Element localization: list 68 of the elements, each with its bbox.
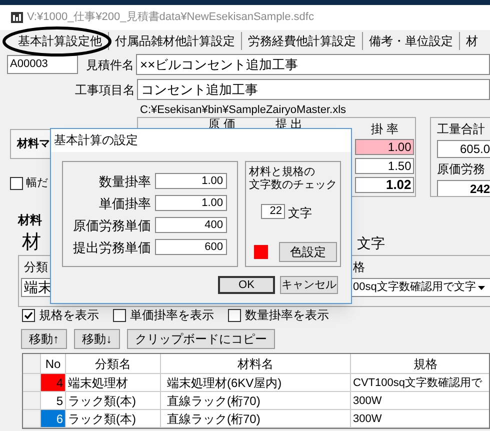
table-cell-text: 300W — [352, 412, 383, 427]
totals-label: 工量合計 — [437, 121, 486, 138]
field-label: 工事項目名 — [74, 82, 136, 98]
toolbar-button[interactable]: クリップボードにコピー — [127, 329, 275, 349]
menu-item[interactable]: 材 — [459, 32, 484, 50]
total-field: 242 — [437, 180, 490, 196]
field-label: 見積件名 — [85, 56, 135, 74]
field-label: 数量掛率 — [99, 174, 151, 188]
field-label: 原価労務単価 — [73, 218, 151, 232]
number-field[interactable]: 400 — [155, 217, 227, 233]
column-header: No — [41, 354, 66, 373]
group-label: 格 — [353, 259, 365, 276]
table-cell: 端末処理材(6KV屋内) — [161, 374, 351, 391]
column-header: 材料名 — [161, 354, 351, 373]
table-cell: ラック類(本) — [66, 410, 161, 427]
group-label: 材料と規格の 文字数のチェック — [249, 166, 337, 192]
app-icon — [11, 12, 23, 23]
total-field: 605.0 — [437, 140, 490, 158]
window-title: V:¥1000_仕事¥200_見積書data¥NewEsekisanSample.sdfc — [27, 10, 314, 26]
checkbox[interactable] — [22, 308, 35, 322]
toolbar-button[interactable]: 移動↑ — [21, 329, 67, 349]
code-field[interactable]: A00003 — [7, 55, 78, 74]
item-name-field[interactable]: コンセント追加工事 — [137, 79, 490, 100]
menu-item[interactable]: 備考・単位設定 — [362, 32, 459, 50]
table-cell-text: CVT100sq文字数確認用で — [352, 376, 484, 391]
suffix-text: 文字 — [357, 234, 385, 253]
cancel-button[interactable]: キャンセル — [280, 276, 338, 294]
menu-item[interactable]: 労務経費他計算設定 — [241, 32, 362, 50]
table-cell: 端末処理材 — [66, 374, 161, 391]
checkbox[interactable] — [228, 308, 241, 322]
file-path: C:¥Esekisan¥bin¥SampleZairyoMaster.xls — [139, 103, 348, 117]
checkbox-label: 規格を表示 — [39, 307, 99, 324]
table-cell: ラック類(本) — [66, 392, 161, 409]
rate-cell: 1.00 — [355, 139, 414, 155]
color-button[interactable]: 色設定 — [279, 242, 337, 262]
group-label: 分類 — [24, 259, 48, 276]
field-label: 単価掛率 — [99, 196, 151, 210]
table-cell-text: 300W — [352, 394, 383, 409]
column-header: 分類名 — [66, 354, 161, 373]
checkbox-label: 幅だ — [26, 176, 48, 191]
section-label: 材料 — [18, 212, 42, 229]
table-cell: 直線ラック(桁70) — [161, 392, 351, 409]
checkbox[interactable] — [113, 308, 126, 322]
dialog-title: 基本計算の設定 — [51, 129, 351, 152]
column-header: 規格 — [351, 354, 490, 373]
checkbox[interactable] — [10, 176, 23, 190]
checkbox-label: 単価掛率を表示 — [130, 307, 214, 324]
number-cell: 4 — [41, 374, 66, 391]
menu-item[interactable]: 付属品雑材他計算設定 — [108, 32, 241, 50]
dropdown-arrow-icon — [478, 286, 485, 290]
number-cell: 6 — [41, 410, 66, 427]
table-cell: 直線ラック(桁70) — [161, 410, 351, 427]
estimate-name-field[interactable]: ××ビルコンセント追加工事 — [136, 54, 490, 75]
ok-button[interactable]: OK — [218, 276, 275, 294]
field-label: 提出労務単価 — [73, 240, 151, 254]
section-heading: 材 — [22, 231, 41, 255]
number-field[interactable]: 1.00 — [155, 173, 227, 189]
checkbox-label: 数量掛率を表示 — [245, 307, 329, 324]
spec-dropdown[interactable]: 00sq文字数確認用で文字 — [351, 278, 490, 297]
char-count-field[interactable]: 22 — [261, 204, 285, 219]
number-field[interactable]: 1.00 — [155, 195, 227, 211]
totals-label: 原価労務 — [437, 161, 486, 178]
unit-label: 文字 — [288, 205, 312, 222]
number-field[interactable]: 600 — [155, 239, 227, 255]
rate-cell: 1.50 — [355, 158, 414, 174]
toolbar-button[interactable]: 移動↓ — [74, 329, 120, 349]
rate-cell: 1.02 — [355, 177, 414, 193]
column-header: 掛 率 — [371, 121, 398, 136]
